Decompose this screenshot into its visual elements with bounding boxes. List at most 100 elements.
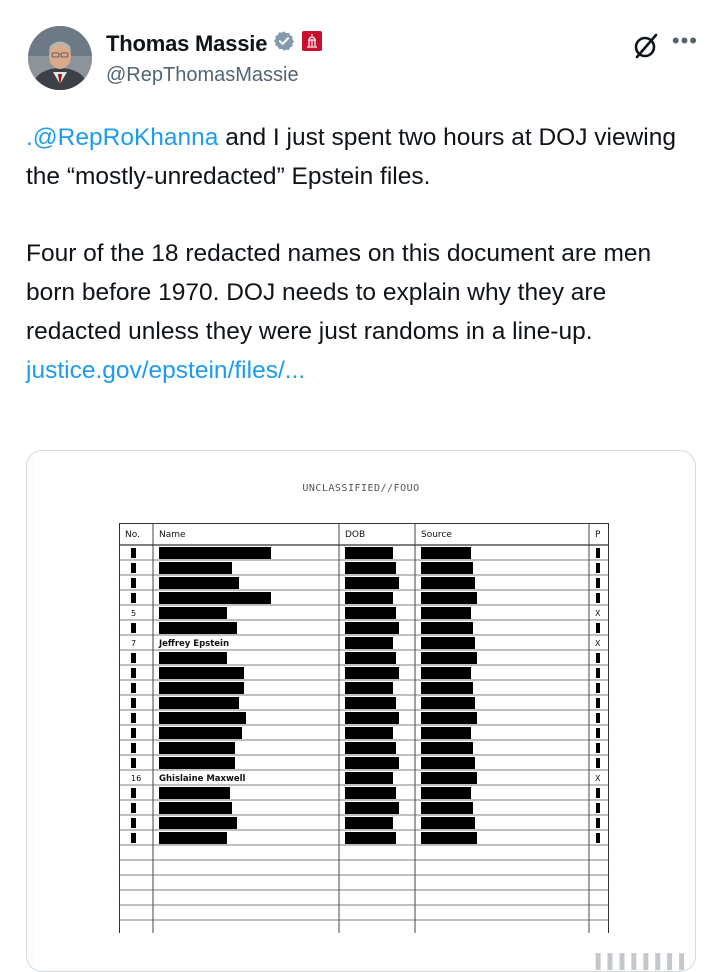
p-redaction (596, 758, 600, 768)
dob-redaction (345, 577, 399, 589)
source-redaction (421, 742, 473, 754)
post-header: Thomas Massie @RepThomasMassie ••• (28, 26, 698, 96)
source-redaction (421, 832, 477, 844)
dob-redaction (345, 682, 393, 694)
row-number-redaction (131, 758, 136, 768)
table-header-cell: DOB (345, 530, 365, 540)
row-number-redaction (131, 578, 136, 588)
post-text: .@RepRoKhanna and I just spent two hours… (26, 118, 686, 390)
source-redaction (421, 622, 473, 634)
name-redaction (159, 577, 239, 589)
row-name: Ghislaine Maxwell (159, 774, 246, 784)
author-display-name[interactable]: Thomas Massie (106, 31, 267, 57)
dob-redaction (345, 547, 393, 559)
dob-redaction (345, 772, 393, 784)
dob-redaction (345, 562, 396, 574)
name-redaction (159, 652, 227, 664)
name-redaction (159, 592, 271, 604)
author-name-row: Thomas Massie (106, 30, 323, 57)
p-redaction (596, 623, 600, 633)
row-number-redaction (131, 833, 136, 843)
p-redaction (596, 713, 600, 723)
dob-redaction (345, 757, 399, 769)
document-table: No. Name DOB Source P 5 X 7 Jeffrey Epstein X 16 Gh… (119, 523, 609, 933)
p-redaction (596, 803, 600, 813)
p-redaction (596, 833, 600, 843)
name-redaction (159, 712, 246, 724)
row-p-mark: X (595, 774, 601, 783)
name-redaction (159, 697, 239, 709)
source-redaction (421, 772, 477, 784)
more-options-icon[interactable]: ••• (672, 28, 698, 54)
document-image: UNCLASSIFIED//FOUO No. Name DOB Source P 5 X 7 J… (33, 453, 689, 971)
classification-label: UNCLASSIFIED//FOUO (302, 483, 420, 494)
name-redaction (159, 547, 271, 559)
dob-redaction (345, 622, 399, 634)
name-redaction (159, 667, 244, 679)
source-redaction (421, 787, 471, 799)
dob-redaction (345, 802, 399, 814)
source-redaction (421, 682, 473, 694)
p-redaction (596, 698, 600, 708)
row-number-redaction (131, 818, 136, 828)
name-redaction (159, 607, 227, 619)
row-number: 5 (131, 609, 136, 618)
p-redaction (596, 788, 600, 798)
source-redaction (421, 727, 471, 739)
p-redaction (596, 653, 600, 663)
row-number-redaction (131, 653, 136, 663)
table-header-cell: Name (159, 530, 186, 540)
source-redaction (421, 562, 473, 574)
row-name: Jeffrey Epstein (158, 639, 229, 649)
dob-redaction (345, 667, 399, 679)
source-redaction (421, 637, 475, 649)
p-redaction (596, 563, 600, 573)
grok-icon[interactable] (632, 32, 660, 65)
source-redaction (421, 667, 471, 679)
government-affiliate-icon[interactable] (301, 30, 323, 57)
source-redaction (421, 817, 475, 829)
source-redaction (421, 547, 471, 559)
name-redaction (159, 682, 244, 694)
avatar[interactable] (28, 26, 92, 90)
row-p-mark: X (595, 639, 601, 648)
dob-redaction (345, 712, 399, 724)
p-redaction (596, 668, 600, 678)
watermark: ▌▌▌▌▌▌▌▌ (595, 953, 691, 969)
dob-redaction (345, 832, 396, 844)
post-paragraph-1: .@RepRoKhanna and I just spent two hours… (26, 118, 686, 196)
dob-redaction (345, 817, 393, 829)
name-redaction (159, 622, 237, 634)
dob-redaction (345, 727, 393, 739)
row-number-redaction (131, 713, 136, 723)
table-header-cell: Source (421, 530, 452, 540)
author-handle[interactable]: @RepThomasMassie (106, 64, 299, 87)
name-redaction (159, 817, 237, 829)
dob-redaction (345, 607, 396, 619)
name-redaction (159, 742, 235, 754)
avatar-image (28, 26, 92, 90)
row-number-redaction (131, 743, 136, 753)
p-redaction (596, 743, 600, 753)
dob-redaction (345, 637, 393, 649)
row-number-redaction (131, 563, 136, 573)
row-number-redaction (131, 548, 136, 558)
verified-badge-icon (273, 30, 295, 57)
dob-redaction (345, 592, 393, 604)
name-redaction (159, 727, 242, 739)
attached-image-card[interactable]: UNCLASSIFIED//FOUO No. Name DOB Source P 5 X 7 J… (26, 450, 696, 972)
p-redaction (596, 593, 600, 603)
p-redaction (596, 728, 600, 738)
dob-redaction (345, 787, 396, 799)
source-redaction (421, 697, 475, 709)
table-header-cell: No. (125, 530, 140, 540)
row-number-redaction (131, 728, 136, 738)
p-redaction (596, 683, 600, 693)
row-number-redaction (131, 698, 136, 708)
name-redaction (159, 757, 235, 769)
mention-link[interactable]: .@RepRoKhanna (26, 124, 218, 151)
source-redaction (421, 802, 473, 814)
dob-redaction (345, 742, 396, 754)
row-number-redaction (131, 803, 136, 813)
external-link[interactable]: justice.gov/epstein/files/... (26, 357, 305, 384)
